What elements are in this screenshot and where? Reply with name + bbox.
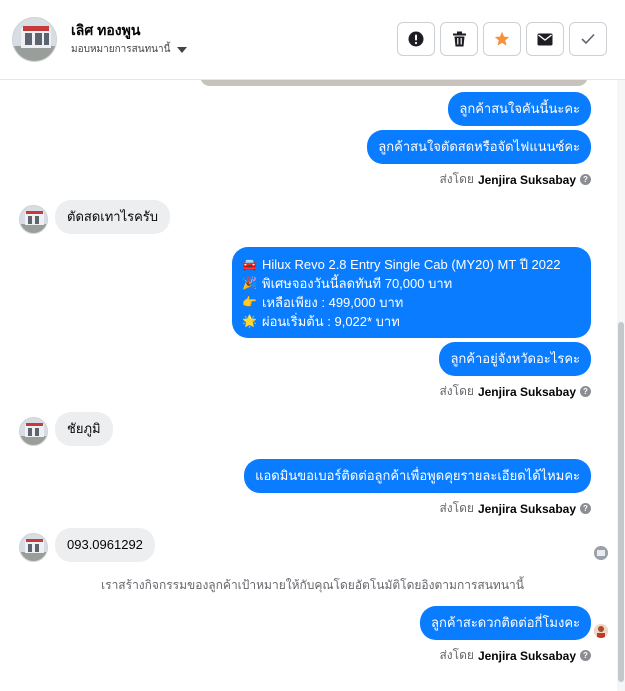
agent-name[interactable]: Jenjira Suksabay bbox=[478, 385, 576, 399]
message-outgoing[interactable]: ลูกค้าสนใจคันนี้นะคะ bbox=[448, 92, 591, 126]
contact-avatar-small[interactable] bbox=[19, 417, 48, 446]
contact-avatar-small[interactable] bbox=[19, 533, 48, 562]
envelope-icon bbox=[537, 33, 553, 45]
sent-by-prefix: ส่งโดย bbox=[439, 172, 474, 186]
sent-by-label: ส่งโดย Jenjira Suksabay ? bbox=[439, 170, 591, 189]
sent-by-prefix: ส่งโดย bbox=[439, 501, 474, 515]
star-button[interactable] bbox=[483, 22, 521, 56]
delete-button[interactable] bbox=[440, 22, 478, 56]
done-button[interactable] bbox=[569, 22, 607, 56]
contact-name[interactable]: เลิศ ทองพูน bbox=[71, 20, 140, 42]
sent-by-prefix: ส่งโดย bbox=[439, 648, 474, 662]
promo-line-1: Hilux Revo 2.8 Entry Single Cab (MY20) M… bbox=[262, 257, 561, 272]
message-outgoing[interactable]: ลูกค้าอยู่จังหวัดอะไรคะ bbox=[439, 342, 591, 376]
promo-line-3: เหลือเพียง : 499,000 บาท bbox=[262, 295, 404, 310]
agent-name[interactable]: Jenjira Suksabay bbox=[478, 649, 576, 663]
assign-conversation-dropdown[interactable]: มอบหมายการสนทนานี้ bbox=[71, 42, 188, 57]
star-icon bbox=[494, 31, 510, 46]
help-icon[interactable]: ? bbox=[580, 503, 591, 514]
alert-icon bbox=[408, 31, 424, 47]
check-icon bbox=[581, 33, 595, 45]
sent-by-label: ส่งโดย Jenjira Suksabay ? bbox=[439, 499, 591, 518]
promo-line-4: ผ่อนเริ่มต้น : 9,022* บาท bbox=[262, 314, 400, 329]
report-button[interactable] bbox=[397, 22, 435, 56]
agent-read-receipt-avatar bbox=[594, 624, 608, 638]
sent-by-label: ส่งโดย Jenjira Suksabay ? bbox=[439, 382, 591, 401]
message-outgoing[interactable]: ลูกค้าสะดวกติดต่อกี่โมงคะ bbox=[420, 606, 591, 640]
scrollbar-thumb[interactable] bbox=[618, 322, 624, 682]
pointing-hand-icon: 👉 bbox=[242, 295, 257, 309]
party-icon: 🎉 bbox=[242, 276, 257, 290]
contact-avatar-small[interactable] bbox=[19, 205, 48, 234]
help-icon[interactable]: ? bbox=[580, 386, 591, 397]
assign-label: มอบหมายการสนทนานี้ bbox=[71, 44, 171, 55]
contact-avatar[interactable] bbox=[12, 17, 57, 62]
message-outgoing-promo[interactable]: 🚘 Hilux Revo 2.8 Entry Single Cab (MY20) … bbox=[232, 247, 591, 338]
message-outgoing[interactable]: ลูกค้าสนใจตัดสดหรือจัดไฟแนนซ์คะ bbox=[367, 130, 591, 164]
sent-by-label: ส่งโดย Jenjira Suksabay ? bbox=[439, 646, 591, 665]
help-icon[interactable]: ? bbox=[580, 650, 591, 661]
promo-line-2: พิเศษจองวันนี้ลดทันที 70,000 บาท bbox=[262, 276, 453, 291]
read-receipt-avatar bbox=[594, 546, 608, 560]
agent-name[interactable]: Jenjira Suksabay bbox=[478, 173, 576, 187]
message-incoming[interactable]: ชัยภูมิ bbox=[55, 412, 113, 446]
message-incoming[interactable]: 093.0961292 bbox=[55, 528, 155, 562]
sent-by-prefix: ส่งโดย bbox=[439, 384, 474, 398]
message-thread[interactable]: ลูกค้าสนใจคันนี้นะคะ ลูกค้าสนใจตัดสดหรือ… bbox=[0, 80, 625, 691]
message-incoming[interactable]: ตัดสดเทาไรครับ bbox=[55, 200, 171, 234]
car-icon: 🚘 bbox=[242, 257, 257, 271]
agent-name[interactable]: Jenjira Suksabay bbox=[478, 502, 576, 516]
attached-image[interactable] bbox=[200, 80, 588, 86]
mail-button[interactable] bbox=[526, 22, 564, 56]
message-outgoing[interactable]: แอดมินขอเบอร์ติดต่อลูกค้าเพื่อพูดคุยรายล… bbox=[244, 459, 591, 493]
caret-down-icon bbox=[177, 46, 188, 53]
help-icon[interactable]: ? bbox=[580, 174, 591, 185]
system-note: เราสร้างกิจกรรมของลูกค้าเป้าหมายให้กับคุ… bbox=[101, 578, 524, 592]
sun-icon: 🌟 bbox=[242, 314, 257, 328]
conversation-header: เลิศ ทองพูน มอบหมายการสนทนานี้ bbox=[0, 0, 625, 80]
trash-icon bbox=[452, 31, 466, 47]
